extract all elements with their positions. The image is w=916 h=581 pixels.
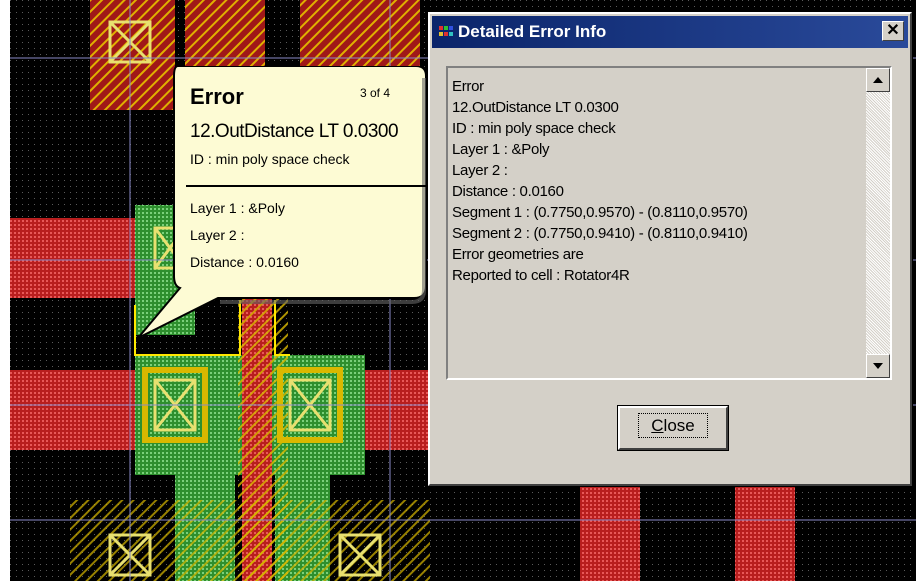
app-icon [439, 26, 453, 36]
close-accelerator: C [651, 416, 664, 435]
callout-rule: 12.OutDistance LT 0.0300 [190, 121, 399, 142]
scroll-down-button[interactable] [866, 354, 890, 378]
error-details-textbox[interactable]: Error 12.OutDistance LT 0.0300 ID : min … [446, 66, 892, 380]
dialog-title: Detailed Error Info [458, 22, 607, 41]
error-details-lines: Error 12.OutDistance LT 0.0300 ID : min … [452, 76, 860, 286]
close-button[interactable]: Close [617, 405, 729, 451]
detail-line: Layer 2 : [452, 162, 508, 179]
detail-line: ID : min poly space check [452, 120, 616, 137]
close-icon[interactable]: ✕ [882, 21, 904, 41]
scroll-up-button[interactable] [866, 68, 890, 92]
dialog-titlebar[interactable]: Detailed Error Info ✕ [432, 16, 908, 48]
close-button-label: Close [638, 413, 708, 438]
detail-line: 12.OutDistance LT 0.0300 [452, 99, 619, 116]
detail-line: Segment 1 : (0.7750,0.9570) - (0.8110,0.… [452, 204, 748, 221]
detail-line: Segment 2 : (0.7750,0.9410) - (0.8110,0.… [452, 225, 748, 242]
detail-line: Reported to cell : Rotator4R [452, 267, 630, 284]
callout-distance: Distance : 0.0160 [190, 254, 299, 270]
callout-separator [186, 185, 426, 187]
callout-layer1: Layer 1 : &Poly [190, 200, 285, 216]
close-button-text: lose [663, 416, 695, 435]
callout-title: Error [190, 84, 244, 109]
callout-id: ID : min poly space check [190, 151, 350, 167]
vertical-scrollbar[interactable] [866, 68, 890, 378]
callout-counter: 3 of 4 [359, 86, 390, 100]
detailed-error-dialog: Detailed Error Info ✕ Error 12.OutDistan… [428, 12, 912, 486]
detail-line: Distance : 0.0160 [452, 183, 564, 200]
error-callout: Error 3 of 4 12.OutDistance LT 0.0300 ID… [138, 66, 428, 346]
arrow-up-icon [873, 77, 883, 83]
detail-line: Error geometries are [452, 246, 584, 263]
detail-line: Layer 1 : &Poly [452, 141, 550, 158]
arrow-down-icon [873, 363, 883, 369]
detail-line: Error [452, 78, 484, 95]
callout-layer2: Layer 2 : [190, 227, 245, 243]
